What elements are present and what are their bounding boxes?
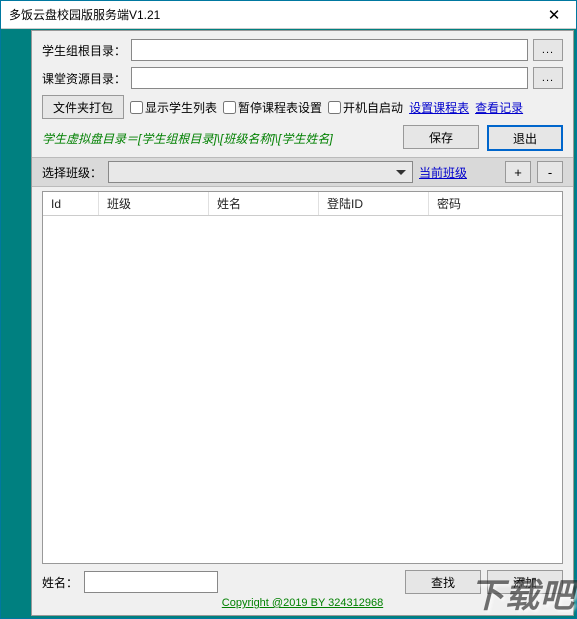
col-name[interactable]: 姓名 [209,192,319,215]
browse-class-res-button[interactable]: ... [533,67,563,89]
col-id[interactable]: Id [43,192,99,215]
name-label: 姓名： [42,574,78,591]
show-students-checkbox[interactable]: 显示学生列表 [130,99,217,116]
set-schedule-link[interactable]: 设置课程表 [409,99,469,116]
current-class-link[interactable]: 当前班级 [419,164,467,181]
auto-start-label: 开机自启动 [343,99,403,116]
table-header: Id 班级 姓名 登陆ID 密码 [43,192,562,216]
name-input[interactable] [84,571,218,593]
copyright-link[interactable]: Copyright @2019 BY 324312968 [42,597,563,609]
close-icon: ✕ [548,6,561,24]
pause-schedule-label: 暂停课程表设置 [238,99,322,116]
body-wrap: 学生组根目录： ... 课堂资源目录： ... 文件夹打包 显示学生列表 暂停课… [1,29,576,618]
student-root-row: 学生组根目录： ... [42,39,563,61]
window-title: 多饭云盘校园版服务端V1.21 [1,6,532,23]
options-row: 文件夹打包 显示学生列表 暂停课程表设置 开机自启动 设置课程表 查看记录 [42,95,563,119]
virtual-path-hint: 学生虚拟盘目录＝[学生组根目录]\[班级名称]\[学生姓名] [42,130,333,147]
class-res-label: 课堂资源目录： [42,70,126,87]
exit-button[interactable]: 退出 [487,125,563,151]
class-res-row: 课堂资源目录： ... [42,67,563,89]
main-panel: 学生组根目录： ... 课堂资源目录： ... 文件夹打包 显示学生列表 暂停课… [31,30,574,616]
save-button[interactable]: 保存 [403,125,479,149]
student-table: Id 班级 姓名 登陆ID 密码 [42,191,563,564]
view-log-link[interactable]: 查看记录 [475,99,523,116]
class-selector-bar: 选择班级： 当前班级 + - [32,157,573,187]
class-combo[interactable] [108,161,413,183]
auto-start-check[interactable] [328,101,341,114]
pack-folder-button[interactable]: 文件夹打包 [42,95,124,119]
student-root-label: 学生组根目录： [42,42,126,59]
table-body[interactable] [43,216,562,563]
class-res-input[interactable] [131,67,528,89]
select-class-label: 选择班级： [42,164,102,181]
pause-schedule-checkbox[interactable]: 暂停课程表设置 [223,99,322,116]
col-login[interactable]: 登陆ID [319,192,429,215]
show-students-check[interactable] [130,101,143,114]
hint-row: 学生虚拟盘目录＝[学生组根目录]\[班级名称]\[学生姓名] 保存 退出 [42,125,563,151]
left-gutter [3,30,31,616]
pause-schedule-check[interactable] [223,101,236,114]
app-window: 多饭云盘校园版服务端V1.21 ✕ 学生组根目录： ... 课堂资源目录： ..… [0,0,577,619]
student-root-input[interactable] [131,39,528,61]
find-button[interactable]: 查找 [405,570,481,594]
add-button[interactable]: 添加 [487,570,563,594]
titlebar: 多饭云盘校园版服务端V1.21 ✕ [1,1,576,29]
add-class-button[interactable]: + [505,161,531,183]
close-button[interactable]: ✕ [532,1,576,28]
auto-start-checkbox[interactable]: 开机自启动 [328,99,403,116]
show-students-label: 显示学生列表 [145,99,217,116]
col-class[interactable]: 班级 [99,192,209,215]
browse-student-root-button[interactable]: ... [533,39,563,61]
footer-row: 姓名： 查找 添加 [42,564,563,596]
remove-class-button[interactable]: - [537,161,563,183]
col-pwd[interactable]: 密码 [429,192,562,215]
